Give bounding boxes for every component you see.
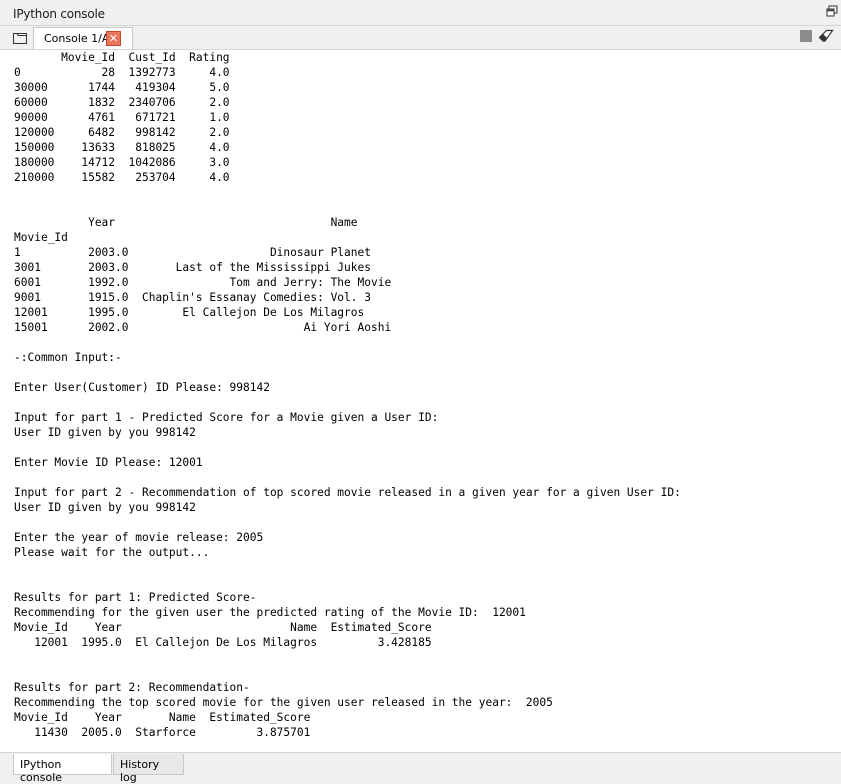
console-line: 6001 1992.0 Tom and Jerry: The Movie: [14, 276, 392, 289]
console-output-text: Movie_Id Cust_Id Rating 0 28 1392773 4.0…: [14, 50, 681, 740]
console-tab-bar: Console 1/A ✕: [0, 26, 841, 50]
console-line: 15001 2002.0 Ai Yori Aoshi: [14, 321, 392, 334]
console-line: 0 28 1392773 4.0: [14, 66, 230, 79]
console-line: Movie_Id Cust_Id Rating: [14, 51, 230, 64]
eraser-icon[interactable]: [818, 29, 834, 43]
tab-console-1a[interactable]: Console 1/A ✕: [33, 27, 133, 50]
tab-console-label: Console 1/A: [44, 32, 110, 45]
console-line: Enter Movie ID Please: 12001: [14, 456, 203, 469]
console-line: Input for part 2 - Recommendation of top…: [14, 486, 681, 499]
console-line: Results for part 1: Predicted Score-: [14, 591, 257, 604]
console-line: 12001 1995.0 El Callejon De Los Milagros…: [14, 636, 432, 649]
console-line: User ID given by you 998142: [14, 501, 196, 514]
console-line: -:Common Input:-: [14, 351, 122, 364]
console-line: Please wait for the output...: [14, 546, 210, 559]
console-line: 3001 2003.0 Last of the Mississippi Juke…: [14, 261, 371, 274]
console-line: Recommending the top scored movie for th…: [14, 696, 553, 709]
console-line: 120000 6482 998142 2.0: [14, 126, 230, 139]
browse-tabs-icon[interactable]: [12, 31, 28, 45]
stop-icon[interactable]: [800, 30, 812, 42]
console-line: 210000 15582 253704 4.0: [14, 171, 230, 184]
tab-ipython-console[interactable]: IPython console: [13, 754, 112, 784]
close-icon[interactable]: ✕: [106, 31, 121, 46]
console-line: Input for part 1 - Predicted Score for a…: [14, 411, 439, 424]
console-line: Enter the year of movie release: 2005: [14, 531, 264, 544]
console-line: 90000 4761 671721 1.0: [14, 111, 230, 124]
console-line: Movie_Id: [14, 231, 68, 244]
bottom-tab-bar: IPython console History log: [0, 752, 841, 784]
undock-icon[interactable]: [826, 5, 838, 17]
console-line: Movie_Id Year Name Estimated_Score: [14, 621, 432, 634]
console-line: 1 2003.0 Dinosaur Planet: [14, 246, 371, 259]
console-line: 12001 1995.0 El Callejon De Los Milagros: [14, 306, 365, 319]
pane-title-bar: IPython console: [0, 0, 841, 26]
console-line: Year Name: [14, 216, 358, 229]
console-line: Results for part 2: Recommendation-: [14, 681, 250, 694]
console-line: User ID given by you 998142: [14, 426, 196, 439]
console-line: Recommending for the given user the pred…: [14, 606, 526, 619]
console-line: 11430 2005.0 Starforce 3.875701: [14, 726, 311, 739]
console-output-area[interactable]: Movie_Id Cust_Id Rating 0 28 1392773 4.0…: [0, 49, 841, 752]
console-line: Enter User(Customer) ID Please: 998142: [14, 381, 270, 394]
console-line: 30000 1744 419304 5.0: [14, 81, 230, 94]
console-line: 60000 1832 2340706 2.0: [14, 96, 230, 109]
console-line: 180000 14712 1042086 3.0: [14, 156, 230, 169]
pane-title: IPython console: [13, 7, 105, 21]
tab-history-log[interactable]: History log: [113, 754, 184, 784]
console-line: 9001 1915.0 Chaplin's Essanay Comedies: …: [14, 291, 371, 304]
console-line: 150000 13633 818025 4.0: [14, 141, 230, 154]
console-line: Movie_Id Year Name Estimated_Score: [14, 711, 311, 724]
